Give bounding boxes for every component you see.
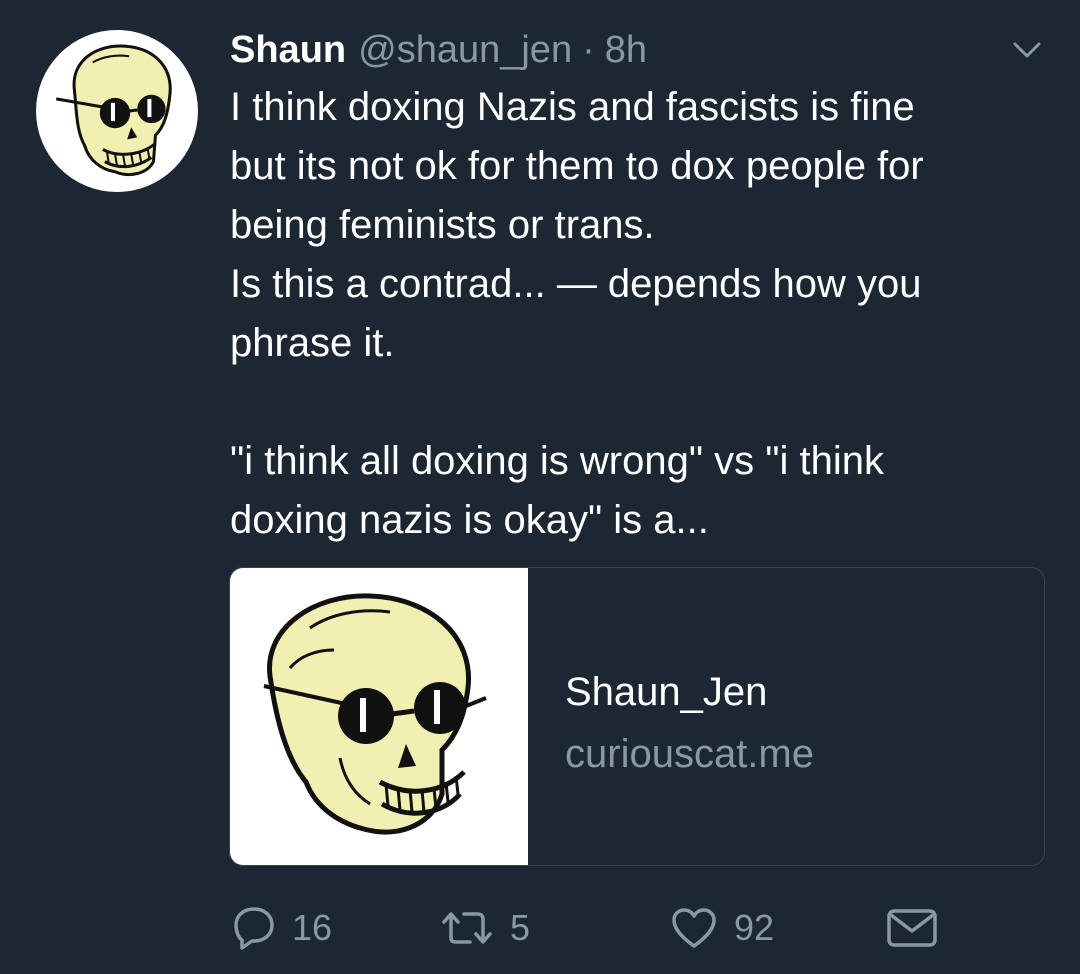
separator-dot: · [582, 29, 595, 71]
direct-message-button[interactable] [886, 902, 938, 954]
card-image [230, 568, 528, 865]
retweet-count: 5 [510, 907, 531, 948]
avatar[interactable] [36, 30, 198, 192]
chevron-down-icon[interactable] [1012, 40, 1042, 60]
display-name[interactable]: Shaun [230, 26, 346, 74]
tweet-text-line: being feminists or trans. [230, 203, 655, 247]
action-bar: 16 5 92 [0, 902, 1080, 954]
tweet-text-line: but its not ok for them to dox people fo… [230, 144, 924, 188]
skull-card-icon [263, 593, 487, 835]
reply-button[interactable]: 16 [232, 902, 332, 954]
link-card[interactable]: Shaun_Jen curiouscat.me [229, 567, 1045, 866]
tweet-text-line: doxing nazis is okay" is a... [230, 498, 709, 542]
reply-count: 16 [292, 907, 333, 948]
tweet-text-line: I think doxing Nazis and fascists is fin… [230, 85, 915, 129]
tweet-text-line: Is this a contrad... — depends how you [230, 262, 922, 306]
like-count: 92 [734, 907, 775, 948]
card-domain: curiouscat.me [565, 732, 814, 776]
timestamp[interactable]: 8h [605, 26, 647, 74]
tweet-header: Shaun @shaun_jen · 8h [230, 26, 647, 74]
card-title: Shaun_Jen [565, 670, 768, 714]
heart-icon [672, 908, 716, 948]
skull-avatar-icon [55, 44, 172, 176]
like-button[interactable]: 92 [670, 902, 774, 954]
tweet[interactable]: Shaun @shaun_jen · 8h I think doxing Naz… [0, 0, 1080, 974]
retweet-icon [442, 912, 492, 944]
user-handle[interactable]: @shaun_jen [358, 26, 572, 74]
tweet-text-line: phrase it. [230, 321, 395, 365]
reply-icon [234, 907, 274, 950]
envelope-icon [887, 909, 937, 947]
card-body: Shaun_Jen curiouscat.me [528, 568, 1044, 865]
retweet-button[interactable]: 5 [440, 902, 530, 954]
tweet-text-line: "i think all doxing is wrong" vs "i thin… [230, 439, 884, 483]
tweet-text: I think doxing Nazis and fascists is fin… [230, 78, 1050, 550]
